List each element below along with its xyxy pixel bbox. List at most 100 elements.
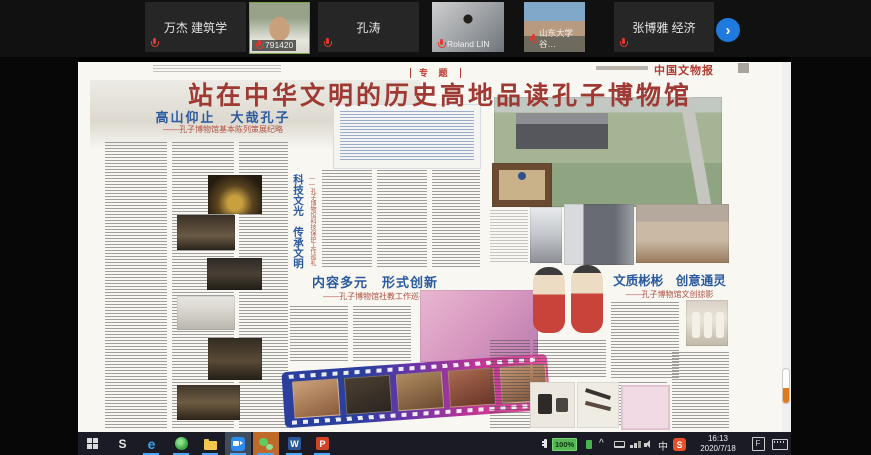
text-column: [105, 142, 167, 428]
text-column: [290, 306, 348, 362]
exhibit-case-photo: [207, 258, 262, 290]
participant-tile-video[interactable]: Roland LIN: [432, 2, 504, 52]
participant-strip: 万杰 建筑学 791420 孔涛 Roland LIN 山东大学 谷…: [0, 0, 871, 57]
meeting-app-button[interactable]: [225, 432, 251, 455]
brush: [585, 401, 611, 411]
clock-date: 2020/7/18: [692, 444, 744, 454]
text-column: [353, 306, 411, 362]
museum-building: [516, 113, 608, 149]
participant-name: 张博雅 经济: [614, 2, 714, 52]
notes-tray-icon[interactable]: [752, 437, 765, 451]
s-app-icon: S: [118, 437, 126, 451]
battery-percent-badge[interactable]: 100%: [552, 438, 577, 451]
intro-box: [333, 104, 481, 169]
desktop-screen: 万杰 建筑学 791420 孔涛 Roland LIN 山东大学 谷…: [0, 0, 871, 455]
main-headline: 站在中华文明的历史高地品读孔子博物馆: [160, 76, 720, 112]
participant-tile[interactable]: 张博雅 经济: [614, 2, 714, 52]
film-frame: [292, 378, 340, 418]
lab-equipment-photo: [564, 204, 634, 265]
participant-label: Roland LIN: [434, 39, 493, 50]
s-app-button[interactable]: S: [115, 436, 130, 451]
article-creative-subtitle: ——孔子博物馆文创掠影: [602, 289, 737, 300]
shared-screen-area: 专 题 中国文物报 站在中华文明的历史高地品读孔子博物馆 高山仰止 大哉孔子: [78, 57, 791, 432]
brush-product-photo: [577, 382, 619, 428]
brush: [585, 388, 611, 400]
page-header-info: [153, 65, 281, 73]
clock-time: 16:13: [692, 434, 744, 444]
windows-taskbar: S e W P 100% ^ 中 S 16:13 2020/7/18: [78, 432, 791, 455]
article-tech-title: 科技文光 传承文明: [290, 172, 305, 270]
film-frame: [448, 368, 496, 408]
clock[interactable]: 16:13 2020/7/18: [692, 434, 744, 453]
wechat-button[interactable]: [253, 432, 279, 455]
sogou-button[interactable]: S: [672, 437, 687, 452]
battery-icon[interactable]: [586, 440, 592, 449]
tray-chevron-icon[interactable]: ^: [599, 438, 604, 449]
start-button[interactable]: [85, 436, 100, 451]
file-explorer-button[interactable]: [203, 436, 218, 451]
confucius-mascot-figure: [571, 265, 603, 333]
text-column: [490, 210, 528, 263]
participant-name: Roland LIN: [447, 39, 490, 50]
article-tech-subtitle: ——孔子博物馆科技保护工作巡礼: [308, 174, 317, 268]
next-participants-button[interactable]: ›: [716, 18, 740, 42]
restoration-work-photo: [636, 204, 729, 263]
scrollbar-thumb[interactable]: [782, 368, 790, 404]
text-column: [322, 170, 372, 268]
text-column: [432, 170, 480, 268]
participant-tile[interactable]: 万杰 建筑学: [145, 2, 246, 52]
ink-product-photo: [530, 382, 575, 428]
newspaper-page: 专 题 中国文物报 站在中华文明的历史高地品读孔子博物馆 高山仰止 大哉孔子: [78, 62, 791, 432]
windows-logo-icon: [87, 438, 98, 449]
wechat-icon: [259, 437, 273, 451]
lab-corridor-photo: [530, 207, 562, 263]
edge-icon: e: [148, 436, 156, 452]
bottle: [716, 312, 724, 338]
film-frame: [396, 371, 444, 411]
masthead-badge: [738, 63, 749, 73]
powerpoint-button[interactable]: P: [315, 436, 330, 451]
sogou-icon: S: [673, 438, 686, 451]
video-camera-icon: [231, 437, 245, 451]
touch-keyboard-icon[interactable]: [772, 439, 788, 450]
gallery-photo: [177, 296, 235, 330]
participant-name: 孔涛: [318, 2, 419, 52]
participant-tile[interactable]: 孔涛: [318, 2, 419, 52]
article-left-subtitle: ——孔子博物馆基本陈列策展纪略: [108, 124, 338, 135]
road: [670, 97, 722, 207]
participant-name: 山东大学 谷…: [539, 28, 582, 50]
participant-tile-video[interactable]: 791420: [249, 2, 310, 54]
edge-button[interactable]: e: [144, 436, 159, 451]
green-app-button[interactable]: [174, 436, 189, 451]
powerpoint-icon: P: [316, 437, 329, 450]
power-plug-icon[interactable]: [544, 439, 547, 448]
film-frame: [344, 375, 392, 415]
ink-stone: [556, 398, 568, 412]
exhibit-wall-photo: [177, 215, 235, 250]
article-edu-title: 内容多元 形式创新: [285, 272, 465, 291]
muted-mic-icon: [150, 38, 158, 49]
muted-mic-icon: [529, 34, 537, 45]
chevron-right-icon: ›: [726, 22, 731, 39]
intro-text: [340, 111, 474, 160]
article-creative-title: 文质彬彬 创意通灵: [602, 270, 737, 289]
folder-icon: [204, 441, 217, 450]
text-column: [490, 340, 530, 428]
device-icon[interactable]: [614, 441, 625, 448]
text-column: [533, 340, 606, 378]
participant-label: 791420: [252, 40, 296, 51]
word-button[interactable]: W: [287, 436, 302, 451]
page-date-text: [596, 66, 648, 70]
text-column: [377, 170, 427, 268]
ime-indicator[interactable]: 中: [658, 438, 668, 453]
text-column: [672, 352, 729, 428]
participant-tile-video[interactable]: 山东大学 谷…: [524, 2, 585, 52]
muted-mic-icon: [255, 40, 263, 51]
speaker-icon[interactable]: [644, 440, 656, 449]
bronze-photo: [177, 385, 240, 420]
network-icon[interactable]: [630, 441, 641, 448]
exhibit-dome-photo: [208, 175, 262, 214]
muted-mic-icon: [437, 39, 445, 50]
ink-stone: [538, 394, 552, 414]
green-app-icon: [175, 437, 188, 450]
